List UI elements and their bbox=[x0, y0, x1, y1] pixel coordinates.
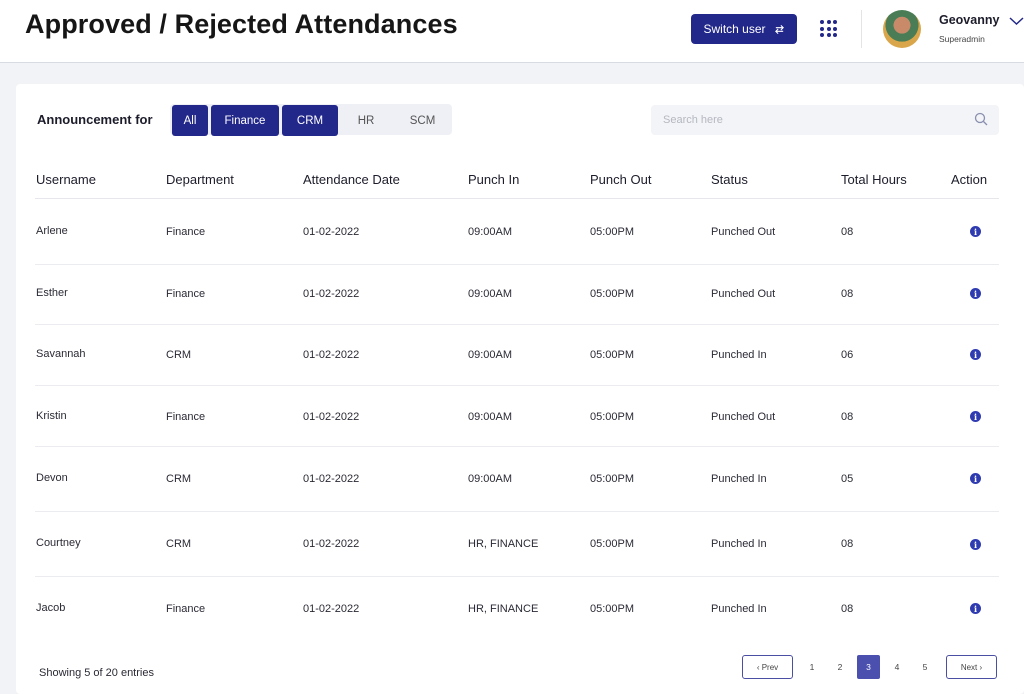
cell-date: 01-02-2022 bbox=[303, 226, 360, 238]
announcement-label: Announcement for bbox=[37, 112, 153, 127]
column-header-punch-out: Punch Out bbox=[590, 172, 652, 187]
page-5[interactable]: 5 bbox=[914, 656, 936, 678]
info-icon[interactable]: i bbox=[970, 288, 981, 299]
cell-date: 01-02-2022 bbox=[303, 288, 360, 300]
search-icon[interactable] bbox=[974, 112, 988, 126]
cell-punch-out: 05:00PM bbox=[590, 538, 635, 550]
cell-punch-out: 05:00PM bbox=[590, 349, 635, 361]
column-header-status: Status bbox=[711, 172, 748, 187]
column-header-total-hours: Total Hours bbox=[841, 172, 907, 187]
cell-punch-out: 05:00PM bbox=[590, 473, 635, 485]
prev-page-button[interactable]: ‹ Prev bbox=[742, 655, 793, 679]
cell-username: Esther bbox=[36, 287, 68, 299]
cell-punch-in: HR, FINANCE bbox=[468, 538, 539, 550]
cell-department: CRM bbox=[166, 473, 192, 485]
cell-date: 01-02-2022 bbox=[303, 603, 360, 615]
cell-punch-out: 05:00PM bbox=[590, 603, 635, 615]
cell-total-hours: 08 bbox=[841, 226, 854, 238]
next-page-button[interactable]: Next › bbox=[946, 655, 997, 679]
cell-punch-in: 09:00AM bbox=[468, 349, 513, 361]
cell-total-hours: 08 bbox=[841, 538, 854, 550]
chevron-down-icon[interactable] bbox=[1009, 16, 1024, 26]
info-icon[interactable]: i bbox=[970, 349, 981, 360]
cell-status: Punched In bbox=[711, 603, 767, 615]
cell-status: Punched Out bbox=[711, 226, 776, 238]
cell-username: Jacob bbox=[36, 602, 66, 614]
switch-user-label: Switch user bbox=[703, 22, 766, 36]
info-icon[interactable]: i bbox=[970, 539, 981, 550]
cell-punch-out: 05:00PM bbox=[590, 226, 635, 238]
filter-all[interactable]: All bbox=[172, 105, 208, 136]
filter-hr[interactable]: HR bbox=[340, 105, 392, 136]
cell-date: 01-02-2022 bbox=[303, 411, 360, 423]
filter-scm[interactable]: SCM bbox=[395, 105, 450, 136]
cell-status: Punched Out bbox=[711, 411, 776, 423]
cell-status: Punched Out bbox=[711, 288, 776, 300]
info-icon[interactable]: i bbox=[970, 411, 981, 422]
cell-date: 01-02-2022 bbox=[303, 473, 360, 485]
cell-total-hours: 08 bbox=[841, 603, 854, 615]
page-title: Approved / Rejected Attendances bbox=[25, 9, 458, 39]
column-header-username: Username bbox=[36, 172, 96, 187]
cell-department: CRM bbox=[166, 349, 192, 361]
info-icon[interactable]: i bbox=[970, 603, 981, 614]
cell-status: Punched In bbox=[711, 473, 767, 485]
cell-punch-in: HR, FINANCE bbox=[468, 603, 539, 615]
swap-icon bbox=[774, 24, 784, 34]
cell-department: Finance bbox=[166, 603, 206, 615]
switch-user-button[interactable]: Switch user bbox=[691, 14, 797, 44]
cell-username: Savannah bbox=[36, 348, 86, 360]
info-icon[interactable]: i bbox=[970, 226, 981, 237]
cell-department: CRM bbox=[166, 538, 192, 550]
page-3[interactable]: 3 bbox=[857, 655, 880, 679]
cell-total-hours: 08 bbox=[841, 411, 854, 423]
cell-department: Finance bbox=[166, 411, 206, 423]
cell-date: 01-02-2022 bbox=[303, 538, 360, 550]
cell-punch-in: 09:00AM bbox=[468, 473, 513, 485]
cell-total-hours: 05 bbox=[841, 473, 854, 485]
cell-status: Punched In bbox=[711, 349, 767, 361]
apps-grid-icon[interactable] bbox=[820, 20, 837, 37]
column-header-punch-in: Punch In bbox=[468, 172, 520, 187]
page-1[interactable]: 1 bbox=[801, 656, 823, 678]
search-box bbox=[651, 105, 999, 135]
cell-date: 01-02-2022 bbox=[303, 349, 360, 361]
filter-finance[interactable]: Finance bbox=[211, 105, 279, 136]
cell-punch-in: 09:00AM bbox=[468, 226, 513, 238]
cell-punch-in: 09:00AM bbox=[468, 288, 513, 300]
cell-punch-in: 09:00AM bbox=[468, 411, 513, 423]
info-icon[interactable]: i bbox=[970, 473, 981, 484]
column-header-action: Action bbox=[951, 172, 988, 187]
avatar[interactable] bbox=[883, 10, 921, 48]
user-name: Geovanny bbox=[939, 13, 1000, 27]
cell-username: Kristin bbox=[36, 410, 67, 422]
user-role: Superadmin bbox=[939, 34, 985, 44]
entries-summary: Showing 5 of 20 entries bbox=[39, 667, 154, 679]
cell-department: Finance bbox=[166, 288, 206, 300]
cell-total-hours: 08 bbox=[841, 288, 854, 300]
cell-status: Punched In bbox=[711, 538, 767, 550]
page-4[interactable]: 4 bbox=[886, 656, 908, 678]
cell-total-hours: 06 bbox=[841, 349, 854, 361]
column-header-department: Department bbox=[166, 172, 234, 187]
page-2[interactable]: 2 bbox=[829, 656, 851, 678]
cell-username: Courtney bbox=[36, 537, 81, 549]
cell-username: Arlene bbox=[36, 225, 68, 237]
header-divider bbox=[861, 10, 862, 48]
cell-department: Finance bbox=[166, 226, 206, 238]
filter-crm[interactable]: CRM bbox=[282, 105, 338, 136]
search-input[interactable] bbox=[651, 105, 961, 135]
cell-username: Devon bbox=[36, 472, 68, 484]
column-header-attendance-date: Attendance Date bbox=[303, 172, 400, 187]
cell-punch-out: 05:00PM bbox=[590, 288, 635, 300]
cell-punch-out: 05:00PM bbox=[590, 411, 635, 423]
